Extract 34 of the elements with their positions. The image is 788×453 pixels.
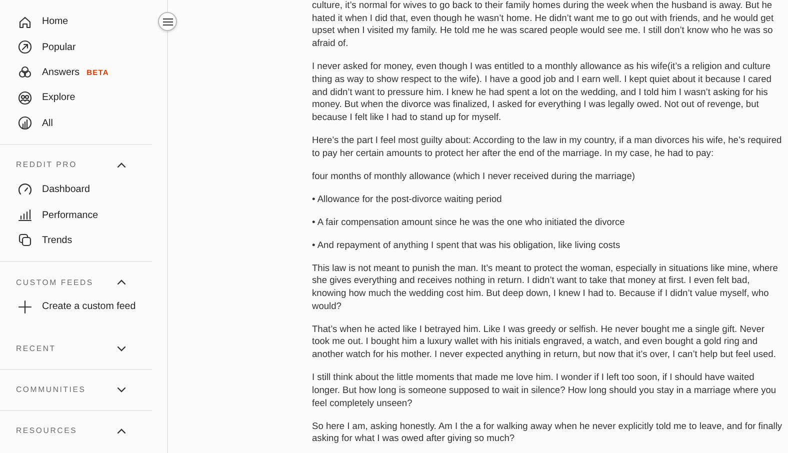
chevron-icon[interactable] (117, 386, 126, 393)
post-paragraph: • Allowance for the post-divorce waiting period (312, 192, 503, 206)
sidebar-item[interactable]: Dashboard (0, 176, 152, 202)
plus-icon (17, 298, 33, 315)
chevron-icon[interactable] (117, 162, 126, 168)
bar-chart-icon (17, 207, 33, 224)
menu-button[interactable] (158, 12, 177, 31)
chevron-icon[interactable] (117, 428, 126, 434)
arrow-circle-icon (17, 39, 33, 56)
chevron-icon[interactable] (117, 346, 126, 352)
menu-icon (162, 18, 172, 26)
circles-icon (17, 64, 33, 80)
sidebar-item[interactable]: Home (0, 9, 152, 34)
overlapping-squares-icon (17, 232, 33, 248)
sidebar-item[interactable]: Trends (0, 228, 152, 254)
post-paragraph: I never asked for money, even though I was entitled to a monthly allowance as his wife(it’s a religion and culture thing as way to show respect to the wife). I have a good job and I earn well. I kept quiet about it because I cared and didn’t want to pressure him. I knew he had spent a lot on the wedding, and I told him I wasn’t asking for his money. But when the divorce was finalized, I asked for everything I was legally owed. Not out of revenge, but because I felt like I had to stand up for myself. (312, 60, 772, 124)
post-paragraph: That’s when he acted like I betrayed him. Like I was greedy or selfish. He never bought me a single gift. Never took me out. I bought him a luxury wallet with his initials engraved, a watch, and even bought a gold ring and another watch for his mother. I never expected anything in return, but now that it’s over, I can’t help but feel used. (312, 322, 777, 361)
chevron-icon[interactable] (117, 279, 126, 286)
circle-bars-icon (17, 115, 33, 132)
sidebar-item[interactable]: All (0, 110, 152, 136)
post-paragraph: So here I am, asking honestly. Am I the a for walking away when he never explicitly told me to leave, and for finally asking for what I was owed after giving so much? (312, 420, 784, 445)
sidebar-item[interactable]: Performance (0, 202, 152, 228)
sidebar-item[interactable]: Popular (0, 34, 152, 60)
post-paragraph: Here’s the part I feel most guilty about: According to the law in my country, if a man divorces his wife, he’s required to pay her certain amounts to protect her after the end of the marriage. In my case, he had to pay: (312, 134, 783, 160)
post-paragraph: This law is not meant to punish the man. It’s meant to protect the woman, especially in situations like mine, where she gives everything and receives nothing in return. I didn’t want to take that money at first. I even felt bad, knowing how much the wedding cost him. But deep down, I knew I had to. Because if I didn’t value myself, who would? (312, 262, 779, 312)
post-paragraph: • And repayment of anything I spent that was his obligation, like living costs (312, 238, 622, 252)
post-paragraph: four months of monthly allowance (which I never received during the marriage) (312, 170, 636, 182)
sidebar-item[interactable]: Create a custom feed (0, 294, 152, 320)
post-paragraph: culture, it’s normal for wives to go back to their family homes during the week when the husband is away. But he hated it when I did that, even though he wasn’t home. He didn’t want me to go out with friends, and he would get upset when I visited my family. He told me he was scared people would see me. I still don’t know who he was so afraid of. (312, 0, 775, 50)
post-paragraph: I still think about the little moments that made me love him. I wonder if I left too soon, if I should have waited longer. But how long is someone supposed to wait in silence? How long should you stay in a marriage where you feel completely unseen? (312, 371, 778, 410)
sidebar-item[interactable]: Explore (0, 85, 152, 111)
post-paragraph: • A fair compensation amount since he was the one who initiated the divorce (312, 216, 626, 228)
group-icon (17, 90, 33, 106)
item-label[interactable]: Answers (42, 66, 80, 78)
